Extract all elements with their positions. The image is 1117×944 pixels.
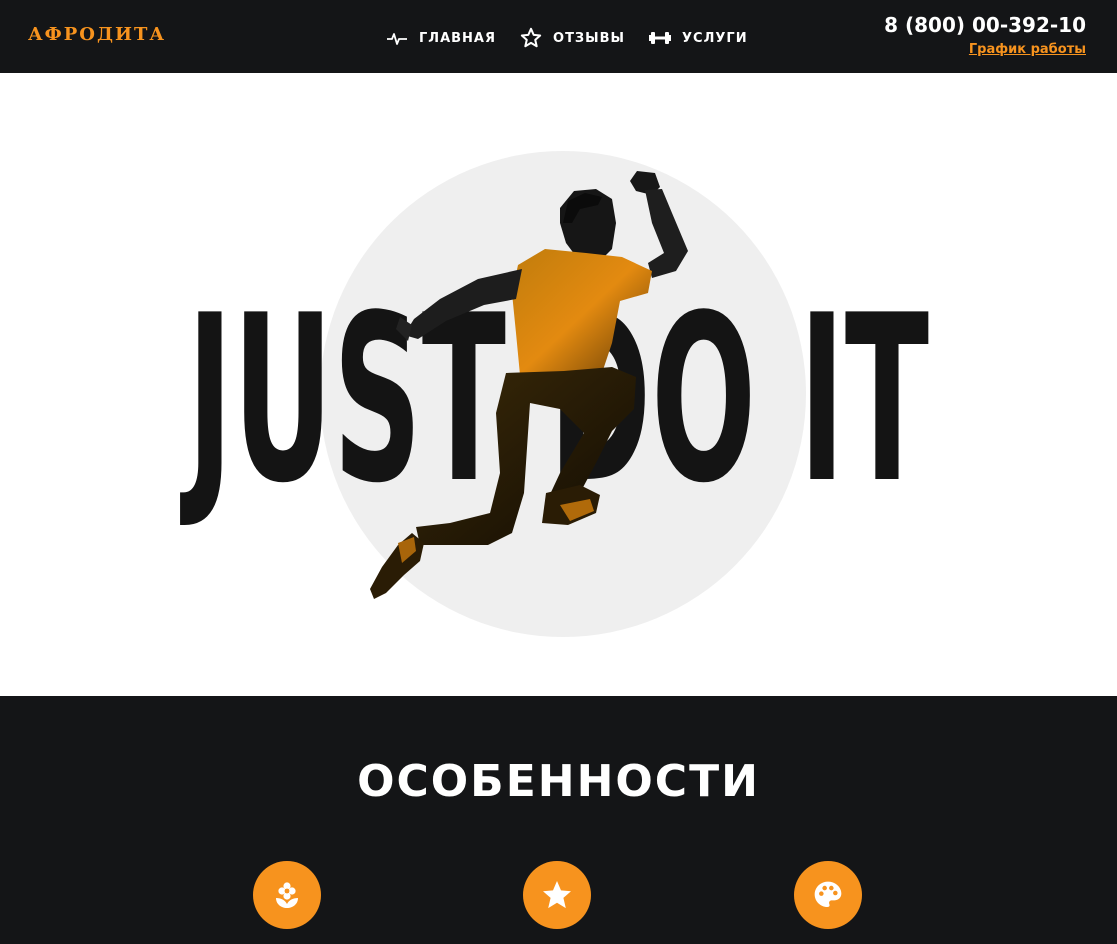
logo[interactable]: АФРОДИТА: [28, 24, 166, 46]
dumbbell-icon: [649, 27, 672, 49]
main-nav: ГЛАВНАЯ ОТЗЫВЫ УСЛУГИ: [386, 26, 772, 50]
star-icon: [543, 881, 571, 909]
pulse-icon: [386, 27, 408, 49]
nav-item-services[interactable]: УСЛУГИ: [649, 27, 748, 49]
flower-icon: [276, 882, 298, 908]
feature-palette: [794, 861, 862, 929]
features-title: ОСОБЕННОСТИ: [357, 756, 760, 807]
palette-icon: [814, 881, 842, 907]
nav-label-services: УСЛУГИ: [682, 30, 748, 46]
hero-banner: JUST DO IT: [180, 151, 929, 637]
hero-section: JUST DO IT: [0, 73, 1117, 696]
nav-item-home[interactable]: ГЛАВНАЯ: [386, 27, 496, 49]
contacts: 8 (800) 00-392-10 График работы: [884, 12, 1086, 59]
schedule-link[interactable]: График работы: [969, 41, 1086, 59]
site-header: АФРОДИТА ГЛАВНАЯ ОТЗЫВЫ УСЛУГИ 8 (800) 0…: [0, 0, 1117, 73]
nav-label-home: ГЛАВНАЯ: [419, 30, 497, 46]
feature-flower: [253, 861, 321, 929]
nav-label-reviews: ОТЗЫВЫ: [553, 30, 626, 46]
feature-star: [523, 861, 591, 929]
star-outline-icon: [520, 27, 542, 49]
features-section: ОСОБЕННОСТИ: [0, 696, 1117, 944]
nav-item-reviews[interactable]: ОТЗЫВЫ: [520, 27, 625, 49]
phone-number[interactable]: 8 (800) 00-392-10: [884, 12, 1086, 38]
